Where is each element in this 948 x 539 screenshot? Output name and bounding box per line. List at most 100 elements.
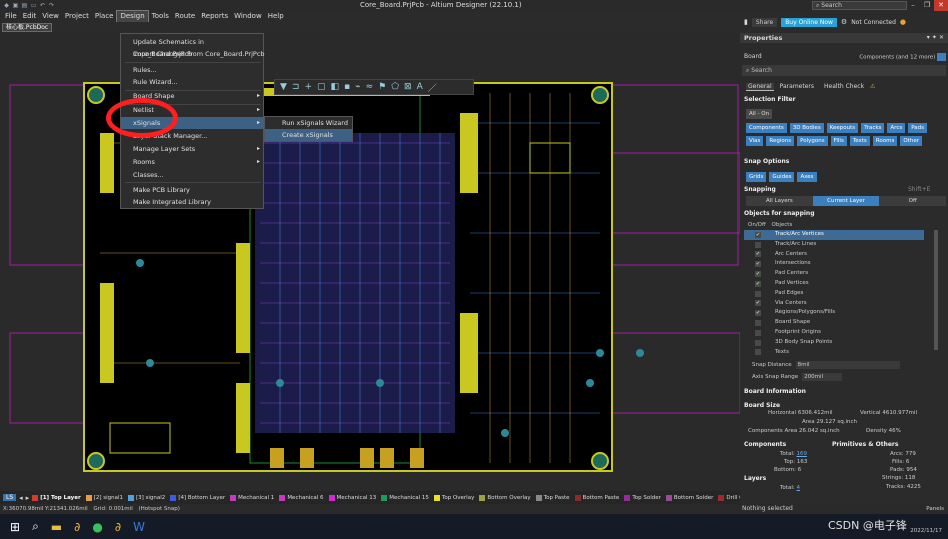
object-selector[interactable]: Components (and 12 more) <box>848 53 946 61</box>
filter-chip-texts[interactable]: Texts <box>849 136 870 146</box>
menu-item-rooms[interactable]: Rooms ▸ <box>121 156 265 168</box>
snap-object-row[interactable]: ✔ Intersections <box>744 259 924 269</box>
taskbar-search-icon[interactable]: ⌕ <box>32 519 39 534</box>
panels-button[interactable]: Panels <box>926 504 944 514</box>
layer-set-button[interactable]: LS <box>3 494 17 501</box>
polygon-icon[interactable]: ⬠ <box>391 82 399 92</box>
layer-tab[interactable]: Top Paste <box>535 494 570 501</box>
save-icon[interactable]: ▣ <box>12 2 19 9</box>
wechat-icon[interactable]: ● <box>92 520 102 534</box>
user-icon[interactable]: ● <box>900 18 906 26</box>
close-icon[interactable]: ✕ <box>934 0 948 11</box>
layer-scroll-right-icon[interactable]: ▸ <box>26 494 30 502</box>
snap-object-row[interactable]: Track/Arc Lines <box>744 240 924 250</box>
layer-tab[interactable]: Bottom Overlay <box>479 494 531 501</box>
filter-chip-polygons[interactable]: Polygons <box>797 136 828 146</box>
menu-window[interactable]: Window <box>231 11 265 22</box>
pad-icon[interactable]: ▪ <box>344 82 350 92</box>
windows-start-icon[interactable]: ⊞ <box>10 520 20 534</box>
share-button[interactable]: Share <box>751 17 778 27</box>
menu-tools[interactable]: Tools <box>149 11 172 22</box>
menu-item-make-pcb-library[interactable]: Make PCB Library <box>121 184 265 196</box>
snap-object-row[interactable]: Pad Edges <box>744 289 924 299</box>
layer-tab[interactable]: [2] signal1 <box>85 494 123 501</box>
redo-icon[interactable]: ↷ <box>48 2 55 9</box>
snapping-mode-off[interactable]: Off <box>879 196 947 206</box>
layer-tab[interactable]: Bottom Solder <box>665 494 713 501</box>
filter-chip-tracks[interactable]: Tracks <box>861 123 885 133</box>
save-all-icon[interactable]: ▤ <box>21 2 28 9</box>
altium-icon[interactable]: ∂ <box>74 520 80 534</box>
menu-project[interactable]: Project <box>62 11 92 22</box>
snap-distance-input[interactable]: 8mil <box>795 361 900 369</box>
interactive-route-icon[interactable]: ⌁ <box>355 82 360 92</box>
snap-object-checkbox[interactable]: ✔ <box>755 261 761 268</box>
snap-object-checkbox[interactable] <box>755 349 761 356</box>
menu-item-rules[interactable]: Rules... <box>121 64 265 76</box>
snap-object-checkbox[interactable] <box>755 329 761 336</box>
diff-pair-icon[interactable]: ≈ <box>366 82 374 92</box>
snap-object-checkbox[interactable]: ✔ <box>755 310 761 317</box>
layer-scroll-left-icon[interactable]: ◂ <box>19 494 23 502</box>
layer-tab[interactable]: Bottom Paste <box>574 494 619 501</box>
layer-tab[interactable]: Mechanical 15 <box>381 494 429 501</box>
layer-tab[interactable]: Drill Gui <box>718 494 740 501</box>
layer-tab[interactable]: [1] Top Layer <box>32 494 81 501</box>
snap-options-header[interactable]: Snap Options <box>744 158 789 165</box>
snap-object-row[interactable]: 3D Body Snap Points <box>744 338 924 348</box>
global-search-input[interactable]: ⌕ Search <box>812 1 907 10</box>
snap-object-row[interactable]: ✔ Pad Vertices <box>744 279 924 289</box>
file-explorer-icon[interactable]: ▬ <box>51 520 62 534</box>
menu-item-import-changes[interactable]: Import Changes From Core_Board.PrjPcb <box>121 48 265 60</box>
document-tab[interactable]: 核心板.PcbDoc <box>2 23 53 32</box>
menu-item-manage-layer-sets[interactable]: Manage Layer Sets ▸ <box>121 143 265 155</box>
tab-general[interactable]: General <box>746 83 774 91</box>
align-icon[interactable]: ◧ <box>331 82 340 92</box>
altium-app-icon[interactable]: ∂ <box>115 520 121 534</box>
snap-object-checkbox[interactable] <box>755 241 761 248</box>
snap-object-row[interactable]: Texts <box>744 348 924 358</box>
menu-item-create-xsignals[interactable]: Create xSignals <box>265 129 352 141</box>
tab-parameters[interactable]: Parameters <box>778 83 816 91</box>
all-on-button[interactable]: All - On <box>746 109 773 119</box>
word-icon[interactable]: W <box>133 520 145 534</box>
menu-view[interactable]: View <box>39 11 62 22</box>
snap-object-row[interactable]: ✔ Via Centers <box>744 299 924 309</box>
layer-tab[interactable]: Mechanical 6 <box>279 494 324 501</box>
filter-icon[interactable] <box>937 53 946 61</box>
menu-help[interactable]: Help <box>265 11 287 22</box>
open-icon[interactable]: ▭ <box>30 2 37 9</box>
menu-item-rule-wizard[interactable]: Rule Wizard... <box>121 76 265 88</box>
snap-object-row[interactable]: Footprint Origins <box>744 328 924 338</box>
monitor-icon[interactable]: ▮ <box>744 18 748 26</box>
board-information-header[interactable]: Board Information <box>744 388 806 395</box>
component-icon[interactable]: ⚑ <box>378 82 386 92</box>
layer-tab[interactable]: Mechanical 13 <box>328 494 376 501</box>
region-icon[interactable]: ⊠ <box>404 82 412 92</box>
snap-objects-scrollbar[interactable] <box>934 230 938 350</box>
filter-chip-arcs[interactable]: Arcs <box>887 123 906 133</box>
snap-object-checkbox[interactable]: ✔ <box>755 280 761 287</box>
gear-icon[interactable]: ⚙ <box>841 18 847 26</box>
snap-object-row[interactable]: ✔ Pad Centers <box>744 269 924 279</box>
menu-file[interactable]: File <box>2 11 20 22</box>
tab-health-check[interactable]: Health Check ⚠ <box>820 83 879 91</box>
snap-object-row[interactable]: ✔ Track/Arc Vertices <box>744 230 924 240</box>
menu-route[interactable]: Route <box>172 11 198 22</box>
filter-chip-keepouts[interactable]: Keepouts <box>826 123 859 133</box>
menu-item-make-integrated-library[interactable]: Make Integrated Library <box>121 196 265 208</box>
layer-tab[interactable]: [4] Bottom Layer <box>170 494 225 501</box>
layer-tab[interactable]: Top Overlay <box>433 494 474 501</box>
menu-place[interactable]: Place <box>92 11 117 22</box>
place-cross-icon[interactable]: + <box>304 82 312 92</box>
layer-tab[interactable]: Top Solder <box>624 494 661 501</box>
snap-chip-guides[interactable]: Guides <box>769 172 795 182</box>
snap-object-checkbox[interactable]: ✔ <box>755 271 761 278</box>
not-connected-status[interactable]: Not Connected <box>851 19 896 26</box>
snapping-mode-current-layer[interactable]: Current Layer <box>812 196 880 206</box>
filter-chip-regions[interactable]: Regions <box>766 136 795 146</box>
snap-chip-axes[interactable]: Axes <box>797 172 817 182</box>
snap-object-checkbox[interactable]: ✔ <box>755 251 761 258</box>
route-icon[interactable]: ⊐ <box>292 82 300 92</box>
menu-reports[interactable]: Reports <box>198 11 231 22</box>
